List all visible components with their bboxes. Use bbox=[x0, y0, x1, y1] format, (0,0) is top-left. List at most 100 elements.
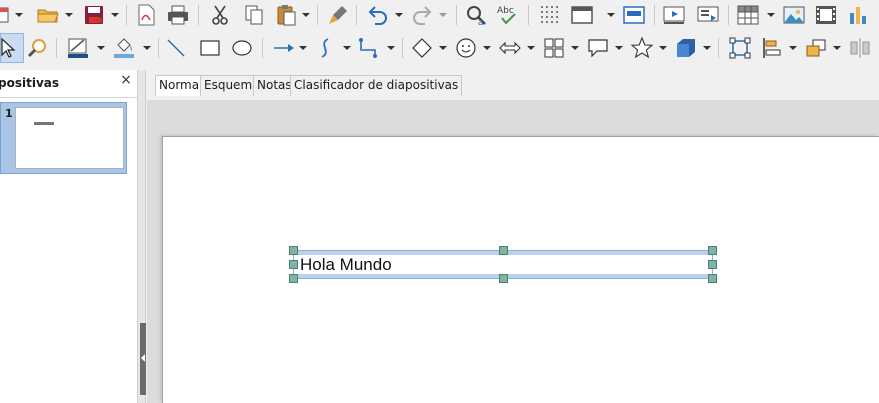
chevron-down-icon[interactable] bbox=[386, 43, 396, 53]
chevron-down-icon[interactable] bbox=[394, 10, 404, 20]
curve-icon[interactable] bbox=[314, 36, 338, 60]
chevron-down-icon[interactable] bbox=[702, 43, 712, 53]
toolbar-separator bbox=[126, 5, 127, 25]
clone-formatting-icon[interactable] bbox=[326, 3, 350, 27]
export-pdf-icon[interactable] bbox=[134, 3, 158, 27]
chevron-down-icon[interactable] bbox=[142, 43, 152, 53]
drawing-toolbar bbox=[0, 33, 879, 63]
resize-handle-top[interactable] bbox=[499, 246, 508, 255]
chevron-down-icon[interactable] bbox=[606, 10, 616, 20]
stars-icon[interactable] bbox=[630, 36, 654, 60]
grid-display-icon[interactable] bbox=[538, 3, 562, 27]
resize-handle-bottom-right[interactable] bbox=[708, 274, 717, 283]
slide-show-icon[interactable] bbox=[662, 3, 686, 27]
toolbar-separator bbox=[456, 5, 457, 25]
resize-handle-bottom[interactable] bbox=[499, 274, 508, 283]
zoom-pan-icon[interactable] bbox=[26, 36, 50, 60]
toolbar-separator bbox=[356, 5, 357, 25]
flowchart-icon[interactable] bbox=[542, 36, 566, 60]
open-folder-icon[interactable] bbox=[36, 3, 60, 27]
toolbar-separator bbox=[402, 38, 403, 58]
chevron-down-icon[interactable] bbox=[64, 10, 74, 20]
align-objects-icon[interactable] bbox=[760, 36, 784, 60]
view-tab-bar: Normal Esquema Notas Clasificador de dia… bbox=[147, 70, 879, 100]
slide-number: 1 bbox=[5, 107, 13, 120]
tab-normal[interactable]: Normal bbox=[155, 75, 207, 96]
toolbar-separator bbox=[317, 5, 318, 25]
image-icon[interactable] bbox=[782, 3, 806, 27]
line-color-icon[interactable] bbox=[66, 36, 90, 60]
table-icon[interactable] bbox=[736, 3, 760, 27]
close-panel-button[interactable]: × bbox=[119, 73, 133, 87]
master-slide-icon[interactable] bbox=[622, 3, 646, 27]
chart-icon[interactable] bbox=[846, 3, 870, 27]
chevron-down-icon[interactable] bbox=[110, 10, 120, 20]
presentation-icon[interactable] bbox=[0, 3, 12, 27]
cut-icon[interactable] bbox=[208, 3, 232, 27]
3d-objects-icon[interactable] bbox=[674, 36, 698, 60]
resize-handle-bottom-left[interactable] bbox=[289, 274, 298, 283]
chevron-down-icon[interactable] bbox=[614, 43, 624, 53]
fill-color-icon[interactable] bbox=[112, 36, 136, 60]
chevron-down-icon[interactable] bbox=[298, 43, 308, 53]
resize-handle-top-right[interactable] bbox=[708, 246, 717, 255]
find-replace-icon[interactable]: a bbox=[464, 3, 488, 27]
select-arrow-icon[interactable] bbox=[0, 36, 20, 60]
toolbar-separator bbox=[198, 5, 199, 25]
redo-icon[interactable] bbox=[410, 3, 434, 27]
toolbar-separator bbox=[528, 5, 529, 25]
distribute-icon[interactable] bbox=[848, 36, 872, 60]
chevron-down-icon[interactable] bbox=[570, 43, 580, 53]
points-icon[interactable] bbox=[728, 36, 752, 60]
chevron-down-icon[interactable] bbox=[482, 43, 492, 53]
text-box-content[interactable]: Hola Mundo bbox=[300, 255, 392, 275]
rectangle-icon[interactable] bbox=[198, 36, 222, 60]
print-icon[interactable] bbox=[166, 3, 190, 27]
slides-panel: positivas × 1 bbox=[0, 70, 138, 403]
arrow-line-icon[interactable] bbox=[272, 36, 296, 60]
callout-icon[interactable] bbox=[586, 36, 610, 60]
chevron-down-icon[interactable] bbox=[342, 43, 352, 53]
resize-handle-top-left[interactable] bbox=[289, 246, 298, 255]
chevron-down-icon[interactable] bbox=[788, 43, 798, 53]
panel-title: positivas bbox=[0, 76, 60, 90]
basic-shapes-icon[interactable] bbox=[410, 36, 434, 60]
toolbar-separator bbox=[158, 38, 159, 58]
ellipse-icon[interactable] bbox=[230, 36, 254, 60]
copy-icon[interactable] bbox=[242, 3, 266, 27]
chevron-down-icon[interactable] bbox=[96, 43, 106, 53]
chevron-left-icon bbox=[141, 354, 145, 362]
toolbar-separator bbox=[728, 5, 729, 25]
spellcheck-icon[interactable]: Abc bbox=[496, 3, 520, 27]
svg-text:Abc: Abc bbox=[497, 6, 514, 16]
chevron-down-icon[interactable] bbox=[14, 10, 24, 20]
line-icon[interactable] bbox=[164, 36, 188, 60]
block-arrows-icon[interactable] bbox=[498, 36, 522, 60]
chevron-down-icon[interactable] bbox=[301, 10, 311, 20]
chevron-down-icon[interactable] bbox=[832, 43, 842, 53]
connector-icon[interactable] bbox=[356, 36, 380, 60]
media-icon[interactable] bbox=[814, 3, 838, 27]
resize-handle-right[interactable] bbox=[708, 260, 717, 269]
panel-divider bbox=[0, 97, 138, 98]
chevron-down-icon[interactable] bbox=[438, 10, 448, 20]
slide-thumbnail-item[interactable]: 1 bbox=[0, 102, 127, 174]
slide-show-current-icon[interactable] bbox=[696, 3, 720, 27]
toolbar-separator bbox=[56, 38, 57, 58]
arrange-icon[interactable] bbox=[804, 36, 828, 60]
chevron-down-icon[interactable] bbox=[526, 43, 536, 53]
slide-thumbnail[interactable] bbox=[15, 107, 124, 169]
chevron-down-icon[interactable] bbox=[658, 43, 668, 53]
save-icon[interactable] bbox=[82, 3, 106, 27]
chevron-down-icon[interactable] bbox=[766, 10, 776, 20]
thumbnail-text-preview bbox=[34, 122, 54, 125]
paste-icon[interactable] bbox=[274, 3, 298, 27]
resize-handle-left[interactable] bbox=[289, 260, 298, 269]
chevron-down-icon[interactable] bbox=[438, 43, 448, 53]
undo-icon[interactable] bbox=[366, 3, 390, 27]
toolbar-separator bbox=[654, 5, 655, 25]
slide-layout-icon[interactable] bbox=[570, 3, 594, 27]
tab-clasificador[interactable]: Clasificador de diapositivas bbox=[290, 75, 463, 96]
symbol-shapes-icon[interactable] bbox=[454, 36, 478, 60]
svg-text:a: a bbox=[478, 18, 484, 27]
